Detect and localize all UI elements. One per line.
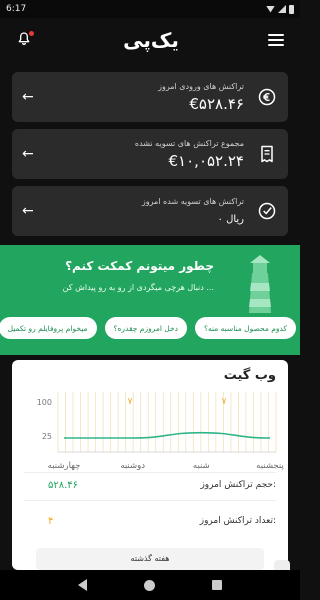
help-pill[interactable]: کدوم محصول مناسبه منه؟ [194,317,296,339]
back-icon[interactable] [78,579,88,591]
app-bar: یک‌پی [0,18,300,62]
x-tick-label: دوشنبه [120,461,145,471]
menu-icon[interactable] [267,34,284,46]
bar-mark: ٧ [128,397,133,407]
arrow-left-icon: ← [22,89,34,105]
stat-count-value: ۴ [48,516,54,527]
home-icon[interactable] [143,579,155,591]
bar-mark: ٧ [222,397,227,407]
card-value: ۰ ریال [217,214,245,225]
receipt-icon [256,143,278,165]
lighthouse-icon [249,255,271,313]
divider [24,500,276,501]
battery-icon [289,4,294,14]
divider [24,472,276,473]
help-pill[interactable]: دخل امروزم چقدره؟ [104,317,187,339]
series-line [64,431,271,439]
card-value: €۱۰,۰۵۲.۲۴ [168,151,244,170]
check-circle-icon [256,200,278,222]
stat-volume-label: حجم تراکنش امروز: [200,480,276,490]
help-title: چطور میتونم کمکت کنم؟ [65,259,214,273]
x-tick-label: شنبه [193,461,210,471]
y-tick-label: 100 [37,398,52,407]
x-tick-label: پنجشنبه [256,461,284,471]
stat-volume-value: ۵۲۸.۴۶ [48,480,79,491]
status-icons [266,4,294,14]
webgate-card: وب گیت 100 25 ٧ ٧ چهارشنبه دوشنبه شنبه پنجشنبه … [12,360,288,570]
signal-icon [278,5,286,13]
y-tick-label: 25 [42,432,52,441]
euro-arrows-icon [256,86,278,108]
notification-bell-icon[interactable] [16,31,34,49]
arrow-left-icon: ← [22,146,34,162]
status-time: 6:17 [6,4,27,14]
card-unsettled-total[interactable]: ← مجموع تراکنش های تسویه نشده €۱۰,۰۵۲.۲۴ [12,129,288,179]
webgate-title: وب گیت [223,368,276,383]
card-settled-today[interactable]: ← تراکنش های تسویه شده امروز ۰ ریال [12,186,288,236]
status-bar: 6:17 [0,0,300,18]
help-pill[interactable]: میخوام پروفایلم رو تکمیل [0,317,97,339]
card-label: تراکنش های تسویه شده امروز [141,197,244,206]
summary-cards: ← تراکنش های ورودی امروز €۵۲۸.۴۶ ← مجموع… [12,72,288,243]
app-logo: یک‌پی [123,28,180,52]
stat-count-label: تعداد تراکنش امروز: [199,516,276,526]
notification-dot [29,31,34,36]
last-week-button[interactable]: هفته گذشته [36,548,264,570]
wifi-icon [266,5,275,13]
system-nav-bar [0,570,300,600]
arrow-left-icon: ← [22,203,34,219]
x-tick-label: چهارشنبه [48,461,81,471]
card-label: تراکنش های ورودی امروز [158,81,244,91]
card-incoming-today[interactable]: ← تراکنش های ورودی امروز €۵۲۸.۴۶ [12,72,288,122]
help-subtitle: دنبال هرچی میگردی از رو به رو پیداش کن .… [62,283,214,292]
recents-icon[interactable] [211,580,222,590]
card-value: €۵۲۸.۴۶ [189,94,244,113]
help-pills: کدوم محصول مناسبه منه؟ دخل امروزم چقدره؟… [0,317,300,343]
help-banner: چطور میتونم کمکت کنم؟ دنبال هرچی میگردی … [0,245,300,355]
card-label: مجموع تراکنش های تسویه نشده [134,138,244,148]
